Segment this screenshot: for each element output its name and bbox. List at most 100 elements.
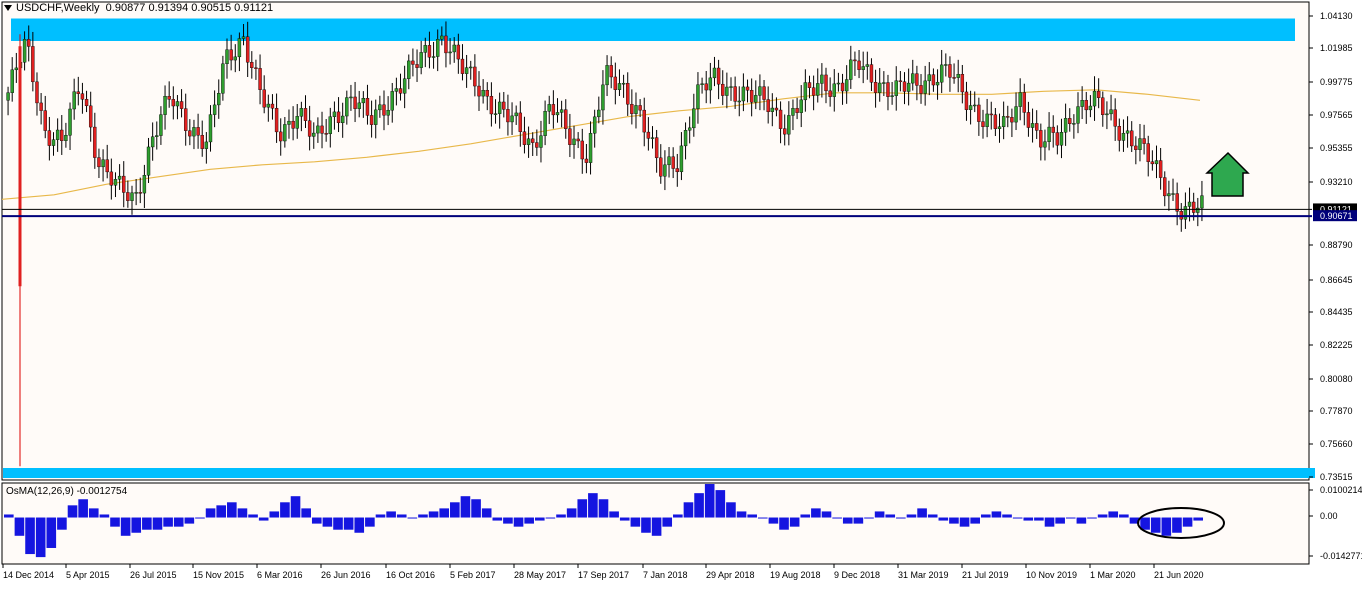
- osma-bar: [481, 508, 492, 518]
- osma-bar: [354, 517, 365, 533]
- y-tick-label: 0.93210: [1320, 177, 1353, 187]
- osma-bar: [418, 514, 428, 518]
- chart-header: USDCHF,Weekly 0.90877 0.91394 0.90515 0.…: [2, 2, 273, 18]
- osma-bar: [683, 502, 694, 518]
- y-tick-label: 0.97565: [1320, 110, 1353, 120]
- osma-bar: [248, 514, 258, 518]
- osma-bar: [1055, 517, 1065, 524]
- osma-bar: [588, 493, 598, 518]
- osma-bar: [927, 514, 938, 518]
- ohlc-values: 0.90877 0.91394 0.90515 0.91121: [105, 2, 274, 14]
- osma-bar: [322, 517, 333, 527]
- osma-bar: [290, 496, 301, 518]
- osma-bar: [577, 499, 588, 518]
- osma-bar: [694, 493, 704, 518]
- osma-bar: [439, 508, 450, 518]
- support-zone: [3, 468, 1315, 478]
- osma-bar: [1044, 517, 1055, 527]
- osma-bar: [269, 511, 280, 518]
- osma-bar: [396, 514, 407, 518]
- osma-bar: [142, 517, 152, 530]
- osma-bar: [99, 514, 110, 518]
- osma-bar: [970, 517, 980, 524]
- osma-bar: [598, 499, 609, 518]
- osma-bar: [513, 517, 524, 527]
- osma-bar: [864, 517, 874, 519]
- osma-bar: [131, 517, 142, 533]
- x-tick-label: 28 May 2017: [514, 570, 566, 580]
- osma-tick-label: 0.00: [1320, 511, 1338, 521]
- osma-bar: [726, 502, 736, 518]
- osma-bar: [386, 511, 396, 518]
- osma-bar: [938, 517, 949, 521]
- osma-bar: [789, 517, 800, 527]
- osma-bar: [842, 517, 853, 524]
- osma-bar: [450, 502, 460, 518]
- y-tick-label: 0.84435: [1320, 307, 1353, 317]
- osma-bar: [67, 505, 78, 518]
- osma-bar: [205, 508, 216, 518]
- osma-bar: [120, 517, 131, 536]
- x-tick-label: 14 Dec 2014: [3, 570, 54, 580]
- osma-bar: [566, 508, 577, 518]
- y-tick-label: 0.82225: [1320, 340, 1353, 350]
- x-tick-label: 5 Apr 2015: [66, 570, 110, 580]
- osma-bar: [46, 517, 57, 548]
- osma-bar: [343, 517, 354, 530]
- osma-bar: [524, 517, 534, 524]
- x-tick-label: 26 Jun 2016: [321, 570, 371, 580]
- osma-bar: [534, 517, 545, 521]
- osma-bar: [874, 511, 885, 518]
- x-tick-label: 10 Nov 2019: [1026, 570, 1077, 580]
- osma-bar: [1140, 517, 1150, 530]
- x-tick-label: 6 Mar 2016: [257, 570, 303, 580]
- osma-bar: [460, 496, 471, 518]
- osma-bar: [492, 517, 503, 521]
- osma-bar: [110, 517, 120, 527]
- osma-bar: [1108, 511, 1119, 518]
- osma-bar: [949, 517, 959, 524]
- osma-bar: [980, 514, 991, 518]
- osma-bar: [78, 499, 88, 518]
- osma-bar: [14, 517, 25, 536]
- osma-bar: [195, 517, 205, 519]
- osma-bar: [163, 517, 173, 527]
- osma-bar: [630, 517, 641, 527]
- osma-bar: [1172, 517, 1182, 533]
- osma-bar: [1012, 517, 1023, 519]
- y-tick-label: 0.77870: [1320, 406, 1353, 416]
- support-price-label: 0.90671: [1320, 211, 1353, 221]
- osma-bar: [57, 517, 67, 530]
- osma-bar: [301, 508, 311, 518]
- x-tick-label: 16 Oct 2016: [386, 570, 435, 580]
- osma-bar: [779, 517, 789, 530]
- osma-bar: [757, 517, 768, 519]
- osma-bar: [258, 517, 269, 521]
- osma-bar: [375, 514, 386, 518]
- osma-bar: [619, 517, 630, 521]
- osma-bar: [1182, 517, 1193, 527]
- x-tick-label: 19 Aug 2018: [770, 570, 821, 580]
- osma-bar: [1076, 517, 1087, 524]
- osma-bar: [1023, 517, 1034, 521]
- main-chart-frame: [1, 1, 1310, 481]
- osma-bar: [609, 511, 619, 518]
- collapse-triangle-icon[interactable]: [4, 4, 12, 11]
- osma-bar: [88, 508, 99, 518]
- osma-bar: [715, 490, 726, 518]
- osma-bar: [1161, 517, 1172, 536]
- chart-window: 0.91121 0.90671 1.04130 1.01985 0.99775 0.97…: [0, 0, 1362, 584]
- osma-bar: [35, 517, 46, 558]
- osma-bar: [556, 514, 566, 518]
- osma-bar: [428, 511, 439, 518]
- osma-bar: [1150, 517, 1161, 533]
- osma-bar: [747, 514, 757, 518]
- y-tick-label: 1.01985: [1320, 43, 1353, 53]
- osma-bar: [545, 517, 556, 519]
- osma-bar: [311, 517, 322, 524]
- x-tick-label: 29 Apr 2018: [706, 570, 755, 580]
- x-tick-label: 31 Mar 2019: [898, 570, 949, 580]
- osma-label: OsMA(12,26,9) -0.0012754: [6, 486, 128, 497]
- osma-bar: [407, 517, 418, 519]
- osma-bar: [885, 514, 896, 518]
